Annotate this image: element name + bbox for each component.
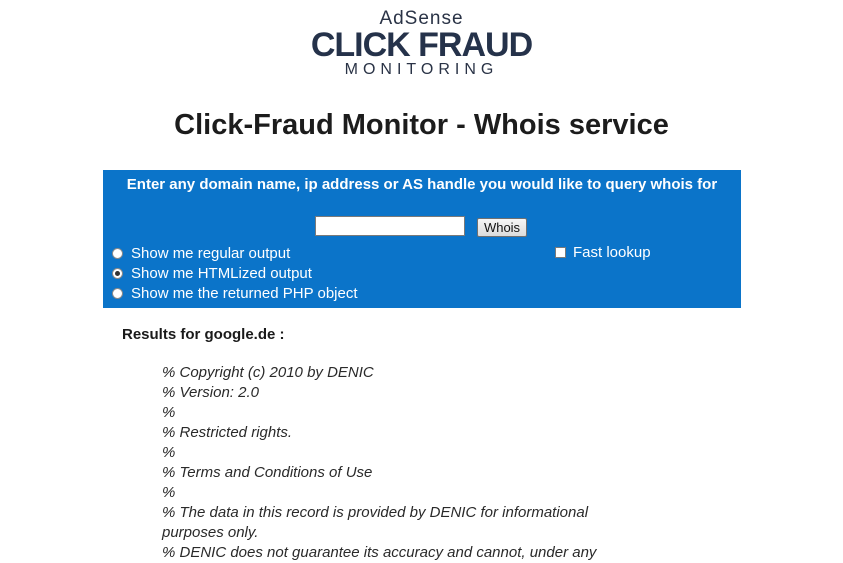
fast-lookup-option[interactable]: Fast lookup [555,243,651,263]
logo-sub-text: MONITORING [344,61,499,78]
whois-result-line: % Version: 2.0 [162,384,259,401]
radio-regular-output-control[interactable] [112,247,123,259]
whois-result-line: % DENIC does not guarantee its accuracy … [162,544,597,561]
whois-button[interactable]: Whois [477,218,527,237]
radio-php-object-output-label: Show me the returned PHP object [131,285,358,302]
radio-regular-output[interactable]: Show me regular output [112,244,290,264]
whois-result-line: % [162,444,176,461]
whois-result-line: % [162,484,176,501]
radio-regular-output-label: Show me regular output [131,245,291,262]
radio-htmlized-output-control[interactable] [112,267,123,279]
results-title: Results for google.de : [122,326,285,343]
logo-main-text: CLICK FRAUD [310,26,533,64]
whois-result-line: % Restricted rights. [162,424,293,441]
whois-result-line: % [162,404,176,421]
whois-result-line: purposes only. [162,524,259,541]
whois-results-text: % Copyright (c) 2010 by DENIC % Version:… [162,363,642,563]
fast-lookup-label: Fast lookup [573,244,651,261]
radio-htmlized-output-label: Show me HTMLized output [131,265,312,282]
whois-result-line: % The data in this record is provided by… [162,504,589,521]
page-title: Click-Fraud Monitor - Whois service [174,109,669,141]
radio-php-object-output[interactable]: Show me the returned PHP object [112,284,358,304]
whois-result-line: % Terms and Conditions of Use [162,464,373,481]
radio-php-object-output-control[interactable] [112,287,123,299]
whois-query-form: Enter any domain name, ip address or AS … [103,170,741,308]
whois-result-line: % Copyright (c) 2010 by DENIC [162,364,374,381]
fast-lookup-checkbox[interactable] [555,246,566,258]
radio-htmlized-output[interactable]: Show me HTMLized output [112,264,312,284]
whois-query-input[interactable] [315,216,465,236]
query-prompt: Enter any domain name, ip address or AS … [126,176,718,193]
